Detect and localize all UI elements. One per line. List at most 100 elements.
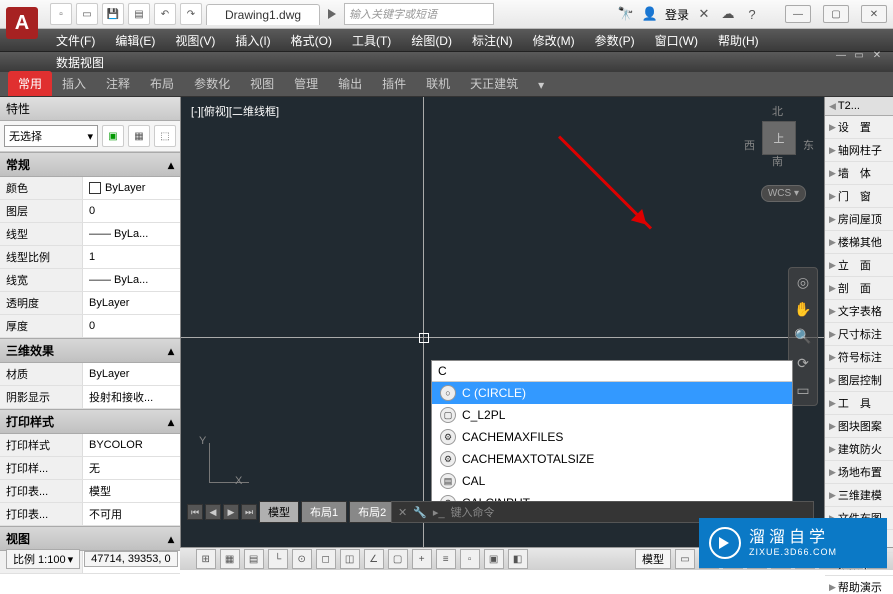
tab-last-icon[interactable]: ⏭ xyxy=(241,504,257,520)
binoculars-icon[interactable]: 🔭 xyxy=(617,5,635,23)
palette-item[interactable]: ▶建筑防火 xyxy=(825,438,893,461)
prop-row[interactable]: 打印样式BYCOLOR xyxy=(0,434,180,457)
view-label[interactable]: [-][俯视][二维线框] xyxy=(191,103,279,119)
prop-section-general[interactable]: 常规▴ xyxy=(0,152,180,177)
sb-lwt-icon[interactable]: ≡ xyxy=(436,549,456,569)
nav-orbit-icon[interactable]: ⟳ xyxy=(797,355,809,372)
prop-row[interactable]: 图层0 xyxy=(0,200,180,223)
ribbon-panel-toggle-icon[interactable]: ▾ xyxy=(528,74,554,96)
palette-item[interactable]: ▶图层控制 xyxy=(825,369,893,392)
ribbon-tab-insert[interactable]: 插入 xyxy=(52,71,96,96)
prop-row[interactable]: 阴影显示投射和接收... xyxy=(0,386,180,409)
viewcube-east[interactable]: 东 xyxy=(803,137,814,153)
prop-value[interactable]: 模型 xyxy=(83,480,180,502)
prop-section-print[interactable]: 打印样式▴ xyxy=(0,409,180,434)
menu-format[interactable]: 格式(O) xyxy=(281,32,342,49)
qat-open-icon[interactable]: ▭ xyxy=(76,3,98,25)
quickselect-icon[interactable]: ▣ xyxy=(102,125,124,147)
cmdline-config-icon[interactable]: 🔧 xyxy=(413,506,427,519)
palette-item[interactable]: ▶文字表格 xyxy=(825,300,893,323)
sb-qp-icon[interactable]: ▣ xyxy=(484,549,504,569)
palette-item[interactable]: ▶设 置 xyxy=(825,116,893,139)
ucs-icon[interactable]: Y X xyxy=(199,437,259,487)
command-input[interactable]: C xyxy=(432,361,792,382)
cloud-icon[interactable]: ☁ xyxy=(719,5,737,23)
prop-section-threed[interactable]: 三维效果▴ xyxy=(0,338,180,363)
prop-row[interactable]: 线型—— ByLa... xyxy=(0,223,180,246)
qat-save-icon[interactable]: 💾 xyxy=(102,3,124,25)
palette-title[interactable]: ◀T2... xyxy=(825,97,893,116)
palette-item[interactable]: ▶立 面 xyxy=(825,254,893,277)
nav-zoom-icon[interactable]: 🔍 xyxy=(794,328,811,345)
command-suggestion[interactable]: ○C (CIRCLE) xyxy=(432,382,792,404)
palette-item[interactable]: ▶工 具 xyxy=(825,392,893,415)
app-logo[interactable]: A xyxy=(6,7,38,39)
sb-sc-icon[interactable]: ◧ xyxy=(508,549,528,569)
palette-item[interactable]: ▶三维建模 xyxy=(825,484,893,507)
doc-minimize-button[interactable]: — xyxy=(833,48,849,62)
sb-dyn-icon[interactable]: + xyxy=(412,549,432,569)
doc-close-button[interactable]: ✕ xyxy=(869,48,885,62)
prop-row[interactable]: 线宽—— ByLa... xyxy=(0,269,180,292)
maximize-button[interactable]: ▢ xyxy=(823,5,849,23)
prop-value[interactable]: —— ByLa... xyxy=(83,223,180,245)
prop-value[interactable]: 0 xyxy=(83,200,180,222)
prop-row[interactable]: 透明度ByLayer xyxy=(0,292,180,315)
command-suggestion[interactable]: ⚙CACHEMAXTOTALSIZE xyxy=(432,448,792,470)
viewcube-north[interactable]: 北 xyxy=(772,103,783,119)
prop-row[interactable]: 厚度0 xyxy=(0,315,180,338)
prop-row[interactable]: 线型比例1 xyxy=(0,246,180,269)
scale-control[interactable]: 比例 1:100 ▾ xyxy=(6,549,80,569)
model-paper-toggle[interactable]: 模型 xyxy=(635,549,671,569)
prop-row[interactable]: 颜色ByLayer xyxy=(0,177,180,200)
palette-item[interactable]: ▶墙 体 xyxy=(825,162,893,185)
drawing-canvas[interactable]: [-][俯视][二维线框] 北 西 上 东 南 WCS ▾ ◎ ✋ 🔍 ⟳ ▭ … xyxy=(181,97,824,547)
menu-parametric[interactable]: 参数(P) xyxy=(585,32,645,49)
prop-value[interactable]: 投射和接收... xyxy=(83,386,180,408)
menu-edit[interactable]: 编辑(E) xyxy=(105,32,165,49)
sb-snap-icon[interactable]: ▦ xyxy=(220,549,240,569)
prop-value[interactable]: ByLayer xyxy=(83,292,180,314)
palette-item[interactable]: ▶符号标注 xyxy=(825,346,893,369)
sb-osnap-icon[interactable]: ◻ xyxy=(316,549,336,569)
palette-item[interactable]: ▶房间屋顶 xyxy=(825,208,893,231)
nav-showmotion-icon[interactable]: ▭ xyxy=(796,382,809,399)
ribbon-tab-home[interactable]: 常用 xyxy=(8,71,52,96)
pickadd-icon[interactable]: ⬚ xyxy=(154,125,176,147)
prop-value[interactable]: ByLayer xyxy=(83,177,180,199)
sb-3dosnap-icon[interactable]: ◫ xyxy=(340,549,360,569)
help-icon[interactable]: ? xyxy=(743,5,761,23)
doc-restore-button[interactable]: ▭ xyxy=(851,48,867,62)
prop-row[interactable]: 材质ByLayer xyxy=(0,363,180,386)
search-input[interactable]: 输入关键字或短语 xyxy=(344,3,494,25)
sb-otrack-icon[interactable]: ∠ xyxy=(364,549,384,569)
menu-dataview[interactable]: 数据视图 xyxy=(46,54,114,71)
cmdline-close-icon[interactable]: ✕ xyxy=(398,506,407,519)
viewcube-south[interactable]: 南 xyxy=(772,153,783,169)
nav-pan-icon[interactable]: ✋ xyxy=(794,301,811,318)
ribbon-tab-view[interactable]: 视图 xyxy=(240,71,284,96)
tab-layout1[interactable]: 布局1 xyxy=(301,501,347,523)
ribbon-tab-tianzheng[interactable]: 天正建筑 xyxy=(460,71,528,96)
ribbon-tab-plugins[interactable]: 插件 xyxy=(372,71,416,96)
qat-redo-icon[interactable]: ↷ xyxy=(180,3,202,25)
prop-value[interactable]: 不可用 xyxy=(83,503,180,525)
tab-next-icon[interactable]: ▶ xyxy=(223,504,239,520)
palette-item[interactable]: ▶帮助演示 xyxy=(825,576,893,594)
wcs-indicator[interactable]: WCS ▾ xyxy=(761,185,806,202)
command-suggestion[interactable]: ▢C_L2PL xyxy=(432,404,792,426)
prop-value[interactable]: 无 xyxy=(83,457,180,479)
sb-quickview-layouts-icon[interactable]: ▭ xyxy=(675,549,695,569)
qat-new-icon[interactable]: ▫ xyxy=(50,3,72,25)
exchange-icon[interactable]: ✕ xyxy=(695,5,713,23)
qat-print-icon[interactable]: ▤ xyxy=(128,3,150,25)
prop-row[interactable]: 打印表...模型 xyxy=(0,480,180,503)
sb-tpy-icon[interactable]: ▫ xyxy=(460,549,480,569)
menu-draw[interactable]: 绘图(D) xyxy=(401,32,462,49)
menu-dimension[interactable]: 标注(N) xyxy=(462,32,523,49)
prop-value[interactable]: ByLayer xyxy=(83,363,180,385)
prop-value[interactable]: 0 xyxy=(83,315,180,337)
selection-dropdown[interactable]: 无选择▾ xyxy=(4,125,98,147)
nav-wheel-icon[interactable]: ◎ xyxy=(797,274,809,291)
tab-prev-icon[interactable]: ◀ xyxy=(205,504,221,520)
